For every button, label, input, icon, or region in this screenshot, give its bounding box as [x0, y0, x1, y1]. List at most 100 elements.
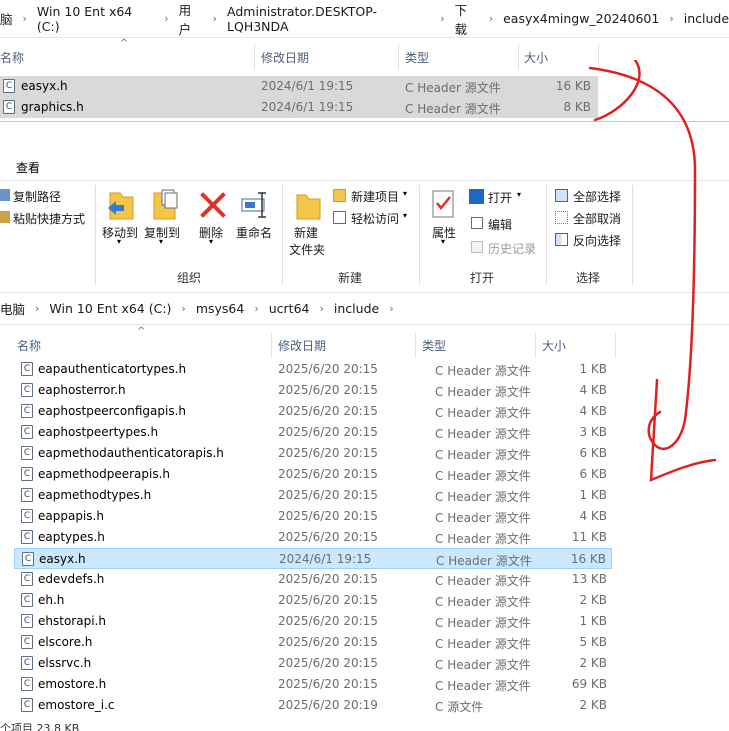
file-modified: 2024/6/1 19:15 [261, 79, 354, 93]
chevron-right-icon: › [212, 12, 218, 25]
file-name: eapmethodtypes.h [38, 488, 152, 502]
file-modified: 2025/6/20 20:15 [278, 677, 378, 691]
file-type: C Header 源文件 [405, 81, 501, 95]
file-name: emostore_i.c [38, 698, 115, 712]
rename-button[interactable]: 重命名 [236, 224, 272, 241]
chevron-right-icon: › [164, 12, 169, 25]
edit-button[interactable]: 编辑 [488, 216, 512, 233]
file-row[interactable]: Ceappapis.h 2025/6/20 20:15 C Header 源文件 4 … [14, 506, 612, 527]
group-divider [419, 185, 420, 285]
open-button[interactable]: 打开 [488, 189, 512, 206]
file-name: eaptypes.h [38, 530, 105, 544]
top-breadcrumb[interactable]: 脑 › Win 10 Ent x64 (C:) › 用户 › Administr… [0, 0, 729, 38]
file-row[interactable]: Ceaphosterror.h 2025/6/20 20:15 C Header 源… [14, 380, 612, 401]
file-name: eaphostpeerconfigapis.h [38, 404, 187, 418]
chevron-down-icon: ▾ [117, 237, 122, 246]
breadcrumb-item[interactable]: include [334, 301, 379, 316]
column-header-type[interactable]: 类型 [405, 40, 429, 74]
breadcrumb-item[interactable]: 下载 [455, 0, 479, 38]
file-size: 16 KB [570, 552, 606, 566]
file-row[interactable]: Ceh.h 2025/6/20 20:15 C Header 源文件 2 KB [14, 590, 612, 611]
file-type: C Header 源文件 [435, 658, 531, 672]
column-header-size[interactable]: 大小 [524, 40, 548, 74]
column-header-modified[interactable]: 修改日期 [261, 40, 309, 74]
history-button[interactable]: 历史记录 [488, 240, 536, 257]
file-row[interactable]: Ceaphostpeerconfigapis.h 2025/6/20 20:15 C… [14, 401, 612, 422]
file-row[interactable]: Celssrvc.h 2025/6/20 20:15 C Header 源文件 2 K… [14, 653, 612, 674]
file-type: C Header 源文件 [435, 616, 531, 630]
c-source-icon: C [21, 383, 33, 397]
column-divider[interactable] [535, 332, 536, 358]
breadcrumb-item[interactable]: Win 10 Ent x64 (C:) [49, 301, 171, 316]
new-folder-icon [296, 194, 321, 220]
column-divider[interactable] [271, 332, 272, 358]
breadcrumb-item[interactable]: Administrator.DESKTOP-LQH3NDA [227, 4, 430, 34]
c-source-icon: C [21, 446, 33, 460]
paste-shortcut-button[interactable]: 粘贴快捷方式 [13, 210, 85, 227]
file-type: C Header 源文件 [435, 490, 531, 504]
file-modified: 2025/6/20 20:15 [278, 446, 378, 460]
file-modified: 2025/6/20 20:15 [278, 425, 378, 439]
file-row[interactable]: Ceapmethodpeerapis.h 2025/6/20 20:15 C Hea… [14, 464, 612, 485]
select-all-icon [555, 189, 568, 202]
chevron-down-icon: ▾ [403, 189, 408, 198]
file-row[interactable]: Ceasyx.h 2024/6/1 19:15 C Header 源文件 16 KB [14, 548, 612, 569]
c-source-icon: C [21, 656, 33, 670]
new-folder-button-line1[interactable]: 新建 [294, 224, 318, 241]
copy-path-button[interactable]: 复制路径 [13, 188, 61, 205]
file-row[interactable]: Ceapauthenticatortypes.h 2025/6/20 20:15 C… [14, 359, 612, 380]
file-name: elscore.h [38, 635, 93, 649]
breadcrumb-item[interactable]: 用户 [179, 0, 203, 38]
sort-arrow-icon: ^ [120, 38, 129, 49]
file-modified: 2025/6/20 20:15 [278, 572, 378, 586]
file-type: C Header 源文件 [435, 532, 531, 546]
file-name: eappapis.h [38, 509, 104, 523]
file-row-easyx[interactable]: C easyx.h 2024/6/1 19:15 C Header 源文件 16… [0, 76, 598, 97]
file-row[interactable]: Ceaptypes.h 2025/6/20 20:15 C Header 源文件 11… [14, 527, 612, 548]
file-size: 1 KB [579, 488, 607, 502]
breadcrumb-item[interactable]: easyx4mingw_20240601 [503, 11, 659, 26]
column-header-name[interactable]: 名称 [17, 328, 41, 362]
file-modified: 2025/6/20 20:15 [278, 362, 378, 376]
column-header-name[interactable]: 名称 [0, 40, 24, 74]
c-source-icon: C [22, 552, 34, 566]
file-row[interactable]: Ceapmethodauthenticatorapis.h 2025/6/20 2… [14, 443, 612, 464]
file-modified: 2025/6/20 20:15 [278, 509, 378, 523]
file-row[interactable]: Ceaphostpeertypes.h 2025/6/20 20:15 C Head… [14, 422, 612, 443]
new-item-icon [333, 189, 346, 202]
file-modified: 2025/6/20 20:15 [278, 614, 378, 628]
breadcrumb-item[interactable]: 脑 [0, 9, 13, 28]
file-modified: 2025/6/20 20:15 [278, 656, 378, 670]
file-row-graphics[interactable]: C graphics.h 2024/6/1 19:15 C Header 源文件… [0, 97, 598, 118]
tab-view[interactable]: 查看 [16, 159, 40, 176]
file-row[interactable]: Cemostore.h 2025/6/20 20:15 C Header 源文件 69… [14, 674, 612, 695]
easy-access-button[interactable]: 轻松访问 [351, 210, 399, 227]
breadcrumb-item[interactable]: ucrt64 [269, 301, 310, 316]
file-row[interactable]: Cedevdefs.h 2025/6/20 20:15 C Header 源文件 13… [14, 569, 612, 590]
breadcrumb-item[interactable]: Win 10 Ent x64 (C:) [37, 4, 154, 34]
chevron-right-icon: › [669, 12, 674, 25]
breadcrumb-item[interactable]: 电脑 [0, 299, 25, 318]
file-row[interactable]: Cemostore_i.c 2025/6/20 20:19 C 源文件 2 KB [14, 695, 612, 716]
column-divider[interactable] [398, 44, 399, 70]
file-modified: 2025/6/20 20:19 [278, 698, 378, 712]
chevron-down-icon: ▾ [403, 211, 408, 220]
column-header-modified[interactable]: 修改日期 [278, 328, 326, 362]
file-type: C Header 源文件 [435, 385, 531, 399]
column-divider[interactable] [254, 44, 255, 70]
column-divider[interactable] [415, 332, 416, 358]
new-folder-button-line2[interactable]: 文件夹 [289, 241, 325, 258]
file-row[interactable]: Celscore.h 2025/6/20 20:15 C Header 源文件 5 K… [14, 632, 612, 653]
column-divider[interactable] [518, 44, 519, 70]
file-size: 2 KB [579, 698, 607, 712]
file-type: C Header 源文件 [435, 364, 531, 378]
file-row[interactable]: Ceapmethodtypes.h 2025/6/20 20:15 C Header… [14, 485, 612, 506]
file-name: emostore.h [38, 677, 107, 691]
column-header-size[interactable]: 大小 [542, 328, 566, 362]
file-row[interactable]: Cehstorapi.h 2025/6/20 20:15 C Header 源文件 1… [14, 611, 612, 632]
breadcrumb-item[interactable]: include [684, 11, 729, 26]
breadcrumb-item[interactable]: msys64 [196, 301, 245, 316]
new-item-button[interactable]: 新建项目 [351, 188, 399, 205]
c-source-icon: C [21, 698, 33, 712]
column-header-type[interactable]: 类型 [422, 328, 446, 362]
